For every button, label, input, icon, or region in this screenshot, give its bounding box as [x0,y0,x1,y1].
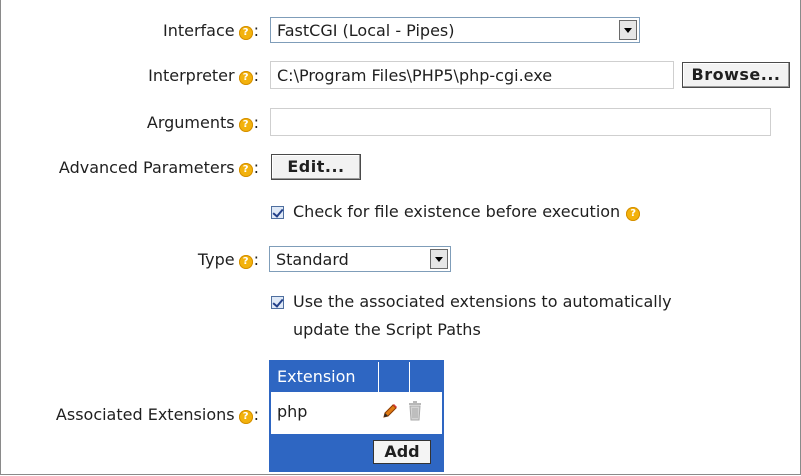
help-icon[interactable]: ? [238,71,253,85]
add-extension-button[interactable]: Add [373,440,431,464]
extensions-table: Extension php Add [269,360,444,472]
arguments-input[interactable] [270,108,771,136]
trash-icon[interactable] [407,401,423,421]
browse-button[interactable]: Browse... [682,62,790,88]
settings-panel: Interface?: FastCGI (Local - Pipes) Inte… [0,0,801,475]
help-icon[interactable]: ? [238,255,253,269]
colon: : [253,405,259,424]
arguments-label-group: Arguments?: [147,113,259,132]
interface-select[interactable]: FastCGI (Local - Pipes) [270,17,640,43]
help-icon[interactable]: ? [238,26,253,40]
interface-value: FastCGI (Local - Pipes) [277,21,455,40]
type-value: Standard [276,250,349,269]
help-icon[interactable]: ? [626,207,641,221]
interpreter-label: Interpreter [148,66,235,85]
check-existence-text: Check for file existence before executio… [293,200,641,224]
use-extensions-checkbox[interactable] [271,296,284,309]
edit-column-header [379,362,410,392]
advanced-label: Advanced Parameters [58,158,235,177]
edit-parameters-button[interactable]: Edit... [271,154,361,180]
extensions-table-header: Extension [271,362,442,392]
help-icon[interactable]: ? [238,118,253,132]
chevron-down-icon[interactable] [430,249,448,269]
colon: : [253,158,259,177]
use-extensions-text-line2: update the Script Paths [293,320,481,339]
colon: : [253,21,259,40]
help-icon[interactable]: ? [238,163,253,177]
advanced-label-group: Advanced Parameters?: [59,158,259,177]
table-row: php [271,392,442,434]
interpreter-input[interactable]: C:\Program Files\PHP5\php-cgi.exe [270,61,674,89]
chevron-down-icon[interactable] [619,20,637,40]
interface-label: Interface [162,21,235,40]
arguments-label: Arguments [146,113,235,132]
interpreter-value: C:\Program Files\PHP5\php-cgi.exe [277,66,553,85]
delete-column-header [410,362,442,392]
colon: : [253,113,259,132]
pencil-icon[interactable] [381,402,399,420]
interface-label-group: Interface?: [163,21,259,40]
check-existence-checkbox[interactable] [271,206,284,219]
use-extensions-text-line1: Use the associated extensions to automat… [293,292,672,311]
colon: : [253,66,259,85]
type-select[interactable]: Standard [269,246,451,272]
associated-extensions-label: Associated Extensions [55,405,235,424]
extension-column-header: Extension [271,362,379,392]
help-icon[interactable]: ? [238,410,253,424]
colon: : [253,250,259,269]
type-label-group: Type?: [198,250,259,269]
check-existence-label: Check for file existence before executio… [293,202,621,221]
interpreter-label-group: Interpreter?: [148,66,259,85]
type-label: Type [197,250,235,269]
extension-name: php [277,402,308,421]
associated-extensions-label-group: Associated Extensions?: [56,405,259,424]
